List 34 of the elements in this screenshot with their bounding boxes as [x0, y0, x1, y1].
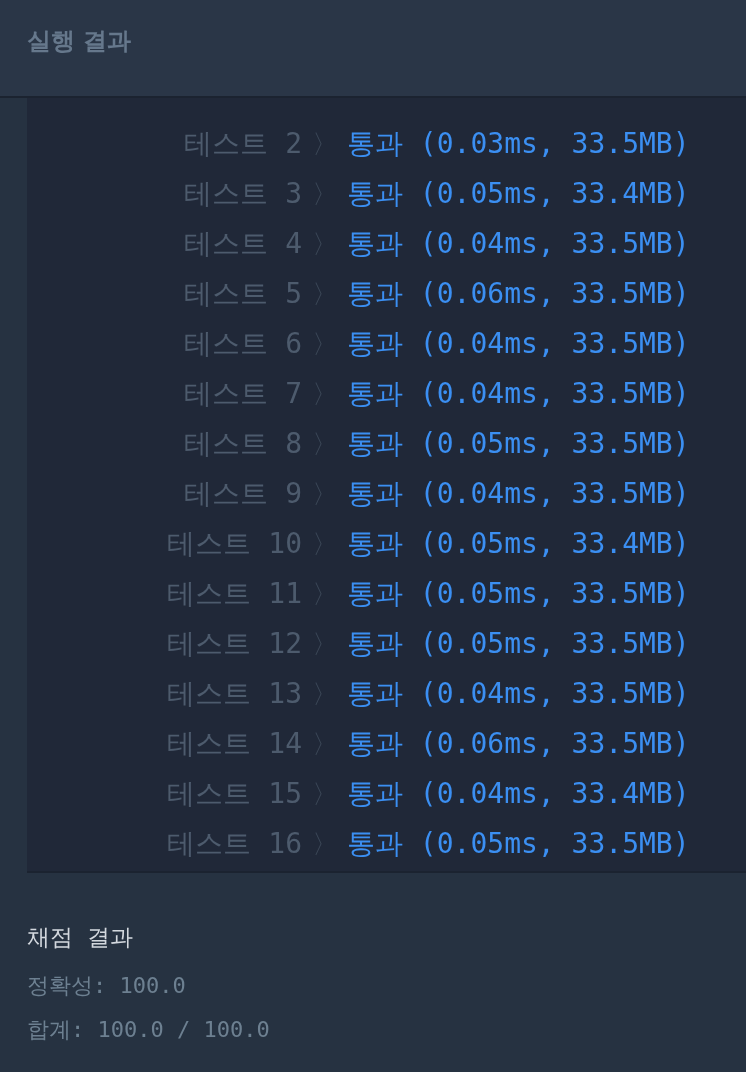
chevron-icon: 〉	[302, 374, 347, 414]
test-result: 통과 (0.05ms, 33.5MB)	[347, 426, 690, 462]
chevron-icon: 〉	[302, 674, 347, 714]
section-title: 실행 결과	[27, 26, 132, 57]
chevron-icon: 〉	[302, 624, 347, 664]
chevron-icon: 〉	[302, 774, 347, 814]
chevron-icon: 〉	[302, 124, 347, 164]
chevron-icon: 〉	[302, 824, 347, 864]
test-result: 통과 (0.05ms, 33.4MB)	[347, 526, 690, 562]
test-result: 통과 (0.05ms, 33.5MB)	[347, 826, 690, 862]
test-result: 통과 (0.05ms, 33.5MB)	[347, 576, 690, 612]
test-result: 통과 (0.05ms, 33.5MB)	[347, 626, 690, 662]
test-result: 통과 (0.04ms, 33.5MB)	[347, 476, 690, 512]
chevron-icon: 〉	[302, 274, 347, 314]
chevron-icon: 〉	[302, 524, 347, 564]
test-result: 통과 (0.04ms, 33.5MB)	[347, 326, 690, 362]
test-result: 통과 (0.05ms, 33.4MB)	[347, 176, 690, 212]
chevron-icon: 〉	[302, 474, 347, 514]
test-result: 통과 (0.04ms, 33.5MB)	[347, 226, 690, 262]
test-result: 통과 (0.06ms, 33.5MB)	[347, 276, 690, 312]
grading-line: 합계: 100.0 / 100.0	[27, 1019, 271, 1041]
chevron-icon: 〉	[302, 174, 347, 214]
test-result: 통과 (0.04ms, 33.4MB)	[347, 776, 690, 812]
chevron-icon: 〉	[302, 574, 347, 614]
grading-title: 채점 결과	[27, 923, 134, 952]
chevron-icon: 〉	[302, 424, 347, 464]
chevron-icon: 〉	[302, 224, 347, 264]
grading-line: 정확성: 100.0	[27, 975, 187, 997]
chevron-icon: 〉	[302, 724, 347, 764]
test-result: 통과 (0.03ms, 33.5MB)	[347, 126, 690, 162]
chevron-icon: 〉	[302, 324, 347, 364]
test-result: 통과 (0.06ms, 33.5MB)	[347, 726, 690, 762]
test-result: 통과 (0.04ms, 33.5MB)	[347, 676, 690, 712]
test-result: 통과 (0.04ms, 33.5MB)	[347, 376, 690, 412]
